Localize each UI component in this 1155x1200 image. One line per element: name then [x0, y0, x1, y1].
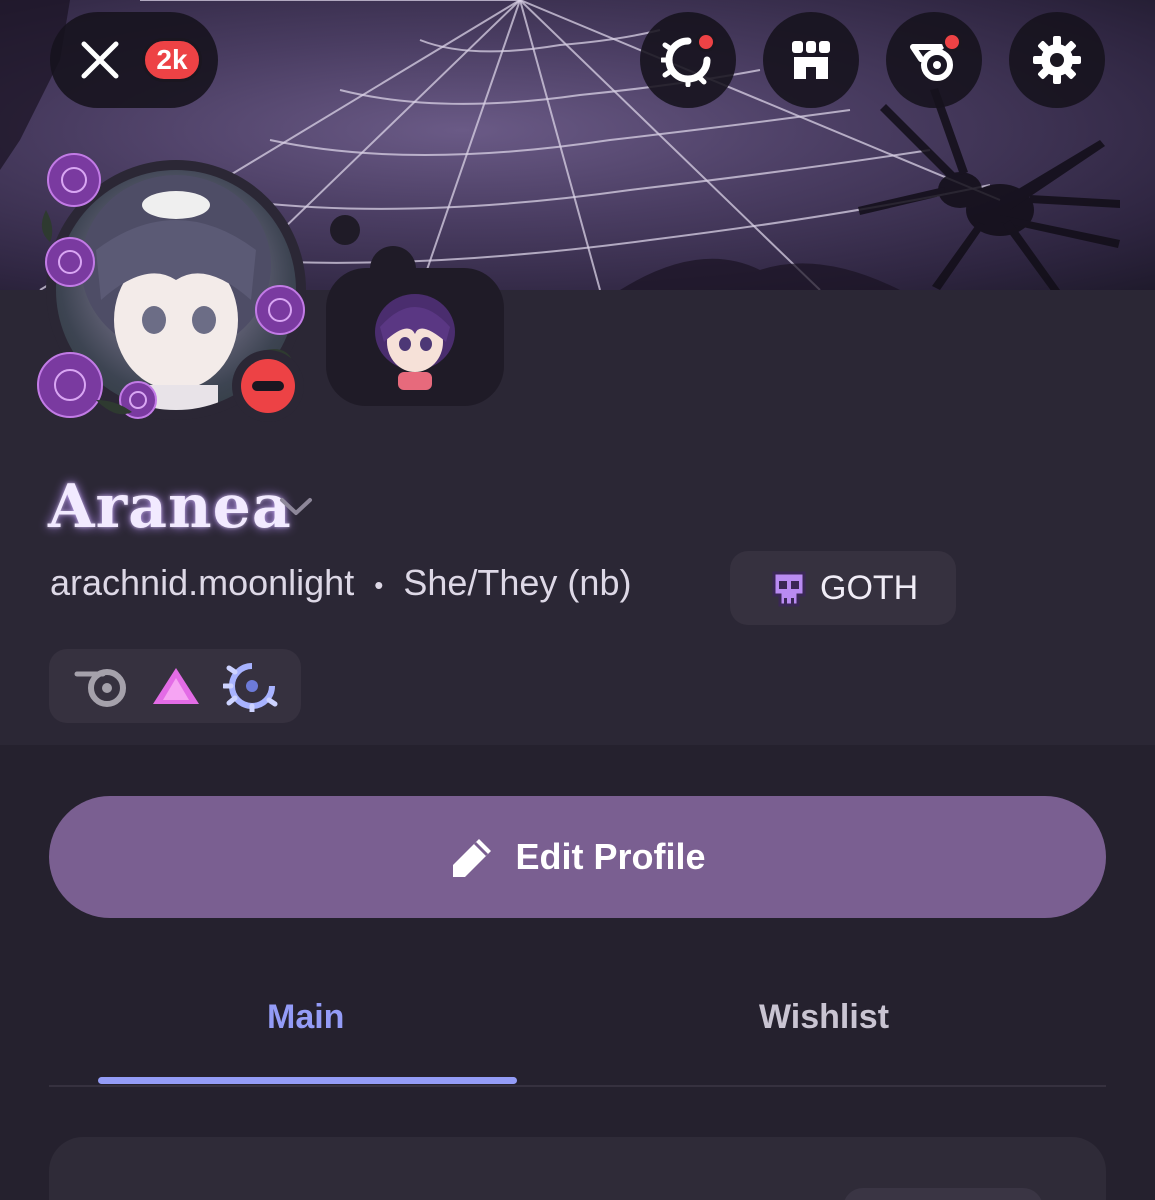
nitro-laurel-badge-icon[interactable] — [223, 660, 281, 712]
status-indicator-dnd — [232, 350, 304, 422]
nitro-button[interactable] — [640, 12, 736, 108]
chevron-down-icon[interactable] — [278, 494, 314, 518]
card-chip[interactable] — [843, 1188, 1043, 1200]
username-pronouns: arachnid.moonlight • She/They (nb) — [50, 562, 631, 604]
thought-bubble-dot — [330, 215, 360, 245]
chibi-emoji — [375, 294, 455, 390]
triangle-badge-icon[interactable] — [149, 664, 203, 708]
close-icon — [81, 41, 119, 79]
shop-button[interactable] — [763, 12, 859, 108]
close-button[interactable]: 2k — [50, 12, 218, 108]
pencil-icon — [453, 839, 492, 877]
gear-icon — [1033, 36, 1081, 84]
notification-count-badge: 2k — [142, 38, 202, 82]
edit-profile-label: Edit Profile — [515, 836, 706, 877]
separator: • — [374, 569, 384, 600]
badge-list — [49, 649, 301, 723]
shop-icon — [792, 41, 830, 79]
tab-wishlist[interactable]: Wishlist — [759, 998, 889, 1037]
active-tab-indicator — [98, 1077, 517, 1084]
skull-icon — [772, 571, 806, 607]
notification-dot — [942, 32, 962, 52]
notification-dot — [696, 32, 716, 52]
tab-divider — [49, 1085, 1106, 1087]
tab-main[interactable]: Main — [267, 998, 344, 1037]
server-tag[interactable]: GOTH — [730, 551, 956, 625]
server-tag-label: GOTH — [820, 568, 919, 607]
settings-button[interactable] — [1009, 12, 1105, 108]
username: arachnid.moonlight — [50, 562, 355, 603]
edit-profile-button[interactable]: Edit Profile — [49, 796, 1106, 918]
hypesquad-orbit-icon[interactable] — [73, 664, 129, 708]
pronouns: She/They (nb) — [403, 562, 632, 603]
quests-button[interactable] — [886, 12, 982, 108]
custom-status-bubble[interactable] — [326, 268, 504, 406]
display-name: Aranea — [48, 472, 292, 542]
